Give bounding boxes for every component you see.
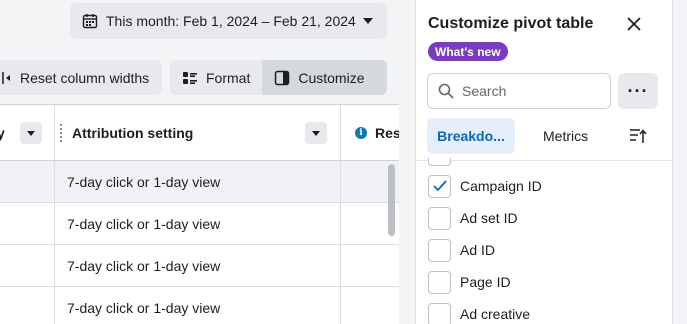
option-campaign-id[interactable]: Campaign ID: [428, 174, 542, 198]
customize-pivot-panel: Customize pivot table What's new Search …: [415, 0, 673, 324]
customize-label: Customize: [298, 69, 365, 86]
attribution-cell: 7-day click or 1-day view: [67, 258, 221, 274]
info-icon[interactable]: i: [355, 127, 367, 139]
option-label: Ad ID: [460, 242, 496, 258]
attribution-cell: 7-day click or 1-day view: [67, 216, 221, 232]
panel-icon: [275, 70, 290, 85]
close-icon[interactable]: [624, 14, 644, 34]
chevron-down-icon: [363, 18, 373, 24]
tab-metrics[interactable]: Metrics: [543, 118, 588, 154]
option-ad-id[interactable]: Ad ID: [428, 238, 495, 262]
option-label: Ad creative: [460, 306, 531, 322]
column-divider: [54, 105, 55, 324]
checkbox-checked[interactable]: [428, 174, 451, 198]
column-divider: [340, 105, 341, 324]
column-header-delivery[interactable]: y: [0, 105, 54, 161]
checkbox[interactable]: [428, 302, 451, 324]
checkbox[interactable]: [428, 270, 451, 294]
pivot-table: y Attribution setting i Res 7-day click …: [0, 104, 399, 324]
format-button[interactable]: Format: [170, 60, 262, 95]
whats-new-badge[interactable]: What's new: [428, 42, 508, 61]
column-header-attribution[interactable]: Attribution setting: [55, 105, 340, 161]
calendar-icon: [82, 14, 98, 29]
sort-icon: [630, 129, 647, 143]
attribution-cell: 7-day click or 1-day view: [67, 300, 221, 316]
column-header-label: y: [0, 125, 5, 141]
panel-title: Customize pivot table: [428, 15, 594, 32]
option-label: Campaign ID: [460, 178, 542, 194]
option-label: Page ID: [460, 274, 511, 290]
reset-column-widths-button[interactable]: Reset column widths: [0, 60, 162, 95]
column-menu-button[interactable]: [305, 122, 327, 144]
page-gutter: [672, 0, 687, 324]
sort-button[interactable]: [629, 118, 649, 154]
column-header-label: Res: [375, 125, 399, 141]
option-ad-creative[interactable]: Ad creative: [428, 302, 530, 324]
tab-breakdowns[interactable]: Breakdo...: [427, 118, 515, 154]
search-placeholder: Search: [462, 83, 507, 99]
column-header-results[interactable]: i Res: [341, 105, 399, 161]
reset-column-widths-label: Reset column widths: [20, 69, 150, 86]
option-page-id[interactable]: Page ID: [428, 270, 511, 294]
attribution-cell: 7-day click or 1-day view: [67, 174, 221, 190]
date-range-picker[interactable]: This month: Feb 1, 2024 – Feb 21, 2024: [70, 3, 387, 39]
format-icon: [183, 71, 197, 84]
format-label: Format: [206, 69, 251, 86]
check-icon: [432, 180, 447, 192]
checkbox[interactable]: [428, 158, 451, 166]
column-header-label: Attribution setting: [72, 125, 194, 141]
vertical-scrollbar[interactable]: [388, 164, 395, 236]
more-options-button[interactable]: ···: [618, 73, 658, 109]
checkbox[interactable]: [428, 238, 451, 262]
option-label: Ad set ID: [460, 210, 518, 226]
search-input[interactable]: Search: [427, 73, 611, 109]
drag-handle-icon[interactable]: [60, 124, 62, 142]
checkbox[interactable]: [428, 206, 451, 230]
customize-button[interactable]: Customize: [262, 60, 387, 95]
search-icon: [438, 83, 454, 99]
resize-icon: [2, 71, 10, 84]
divider: [416, 160, 673, 161]
date-range-label: This month: Feb 1, 2024 – Feb 21, 2024: [106, 13, 356, 29]
view-toolbar: Format Customize: [170, 60, 387, 95]
option-ad-set-id[interactable]: Ad set ID: [428, 206, 518, 230]
column-menu-button[interactable]: [19, 122, 42, 144]
